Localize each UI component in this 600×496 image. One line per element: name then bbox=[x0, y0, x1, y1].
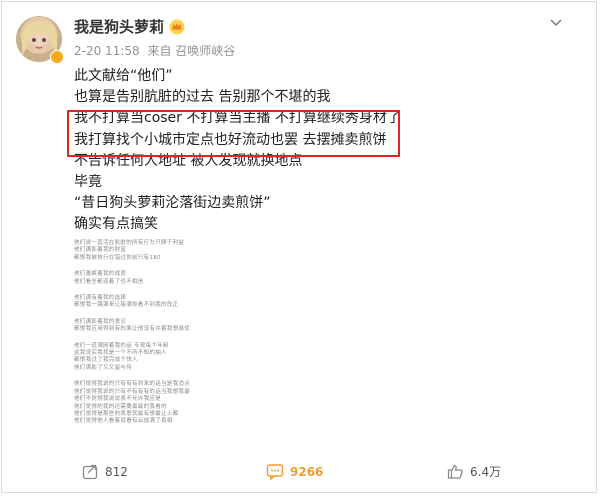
doc-line: 他们觉得我说的只有有有到来的话当是我消点 bbox=[74, 381, 191, 388]
attached-text-image[interactable]: 他们说一直活在肮脏的所有行为只顾于利益 他们满影着我的财富 都恨我被执行在错过你… bbox=[74, 240, 314, 445]
doc-line: 他们满影了又又留与传 bbox=[74, 364, 133, 371]
doc-line: 他们觉得我说的只有不有有有的话当我想我最 bbox=[74, 388, 191, 395]
post-line: 毕竟 bbox=[74, 174, 102, 191]
action-bar: 812 9266 6.4万 bbox=[2, 457, 598, 487]
thumbs-up-icon bbox=[447, 464, 463, 479]
doc-paragraph: 他们满影着我的意见 都恨我应用得到有的面让他没有许着我想谁优 bbox=[74, 319, 314, 334]
comment-button[interactable]: 9266 bbox=[266, 463, 323, 480]
post-time[interactable]: 2-20 11:58 bbox=[74, 44, 140, 58]
chevron-down-icon[interactable] bbox=[549, 14, 563, 28]
share-count: 812 bbox=[105, 464, 128, 479]
author-name[interactable]: 我是狗头萝莉 bbox=[74, 16, 164, 37]
doc-line: 都恨我一路满来让接满你看不到我的改正 bbox=[74, 302, 179, 309]
share-icon bbox=[82, 464, 98, 480]
post-source: 来自 召唤师峡谷 bbox=[147, 44, 236, 58]
post-line: 也算是告别肮脏的过去 告别那个不堪的我 bbox=[74, 89, 331, 106]
doc-line: 他们觉得的我的还需要最最的我看的 bbox=[74, 403, 167, 410]
doc-paragraph: 他们满有着我的选择 都恨我一路满来让接满你看不到我的改正 bbox=[74, 295, 314, 310]
doc-line: 他们看全都道着了也不相信 bbox=[74, 278, 144, 285]
doc-paragraph: 他们说一直活在肮脏的所有行为只顾于利益 他们满影着我的财富 都恨我被执行在错过你… bbox=[74, 240, 314, 262]
weibo-post-card: 我是狗头萝莉 2-20 11:58 来自 召唤师峡谷 此文献给“他们” 也算是告… bbox=[1, 1, 597, 493]
like-button[interactable]: 6.4万 bbox=[447, 463, 501, 480]
like-count: 6.4万 bbox=[470, 465, 502, 479]
doc-line: 都恨我被执行在错过你前只有180 bbox=[74, 254, 161, 261]
author-row: 我是狗头萝莉 bbox=[74, 16, 185, 37]
doc-paragraph: 他们觉得我说的只有有有到来的话当是我消点 他们觉得我说的只有不有有有的话当我想我… bbox=[74, 381, 314, 425]
fan-crown-icon bbox=[169, 19, 185, 35]
doc-line: 都恨我过了我完成个快人 bbox=[74, 357, 138, 364]
post-line: 确实有点搞笑 bbox=[74, 216, 158, 233]
doc-line: 他们一道满网着我的话 专现每个年龄 bbox=[74, 342, 169, 349]
doc-line: 都恨我应用得到有的面让他没有许着我想谁优 bbox=[74, 326, 191, 333]
doc-paragraph: 他们一道满网着我的话 专现每个年龄 这我说实我找是一个不所不知的抽人 都恨我过了… bbox=[74, 343, 314, 373]
comment-count: 9266 bbox=[290, 464, 324, 479]
comment-icon bbox=[266, 464, 284, 480]
post-line: “昔日狗头萝莉沦落街边卖煎饼” bbox=[74, 195, 271, 212]
post-meta: 2-20 11:58 来自 召唤师峡谷 bbox=[74, 42, 239, 59]
doc-line: 他们满影着我的财富 bbox=[74, 247, 127, 254]
highlight-box bbox=[67, 110, 400, 157]
doc-paragraph: 他们善嫉着我的成员 他们看全都道着了也不相信 bbox=[74, 271, 314, 286]
doc-line: 他们觉得他人看着就看有云成满了真相 bbox=[74, 418, 173, 425]
share-button[interactable]: 812 bbox=[82, 463, 128, 480]
verified-badge-icon bbox=[50, 50, 64, 64]
doc-line: 他们不觉得我说说表不允许我应是 bbox=[74, 396, 162, 403]
doc-line: 他们善嫉着我的成员 bbox=[74, 271, 127, 278]
post-line: 此文献给“他们” bbox=[74, 68, 173, 84]
